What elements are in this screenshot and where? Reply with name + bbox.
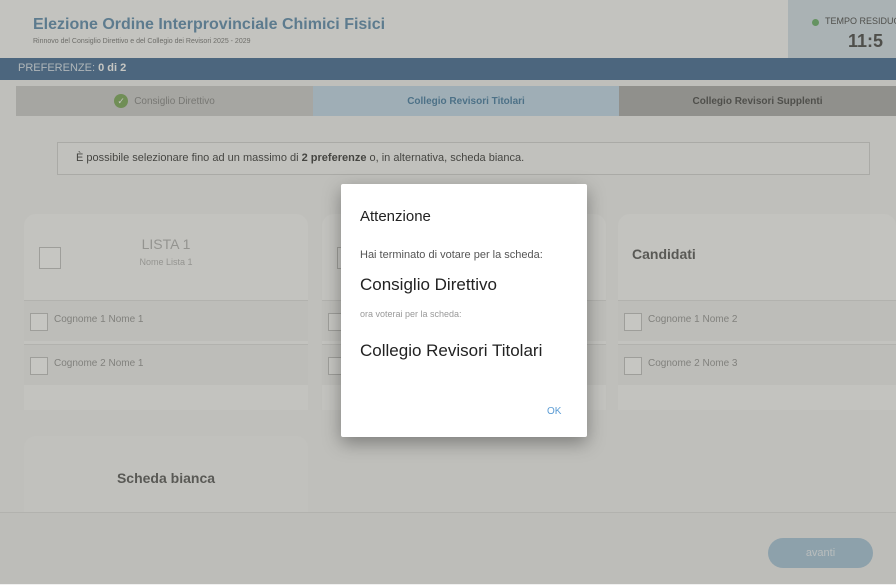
dialog-ballot-done: Consiglio Direttivo [360,275,497,294]
dialog-message: Hai terminato di votare per la scheda: [360,249,543,261]
dialog-title: Attenzione [360,208,431,225]
attention-dialog: Attenzione Hai terminato di votare per l… [341,184,587,437]
dialog-ballot-next: Collegio Revisori Titolari [360,341,543,360]
dialog-message-next: ora voterai per la scheda: [360,309,462,319]
ok-button[interactable]: OK [547,406,561,417]
